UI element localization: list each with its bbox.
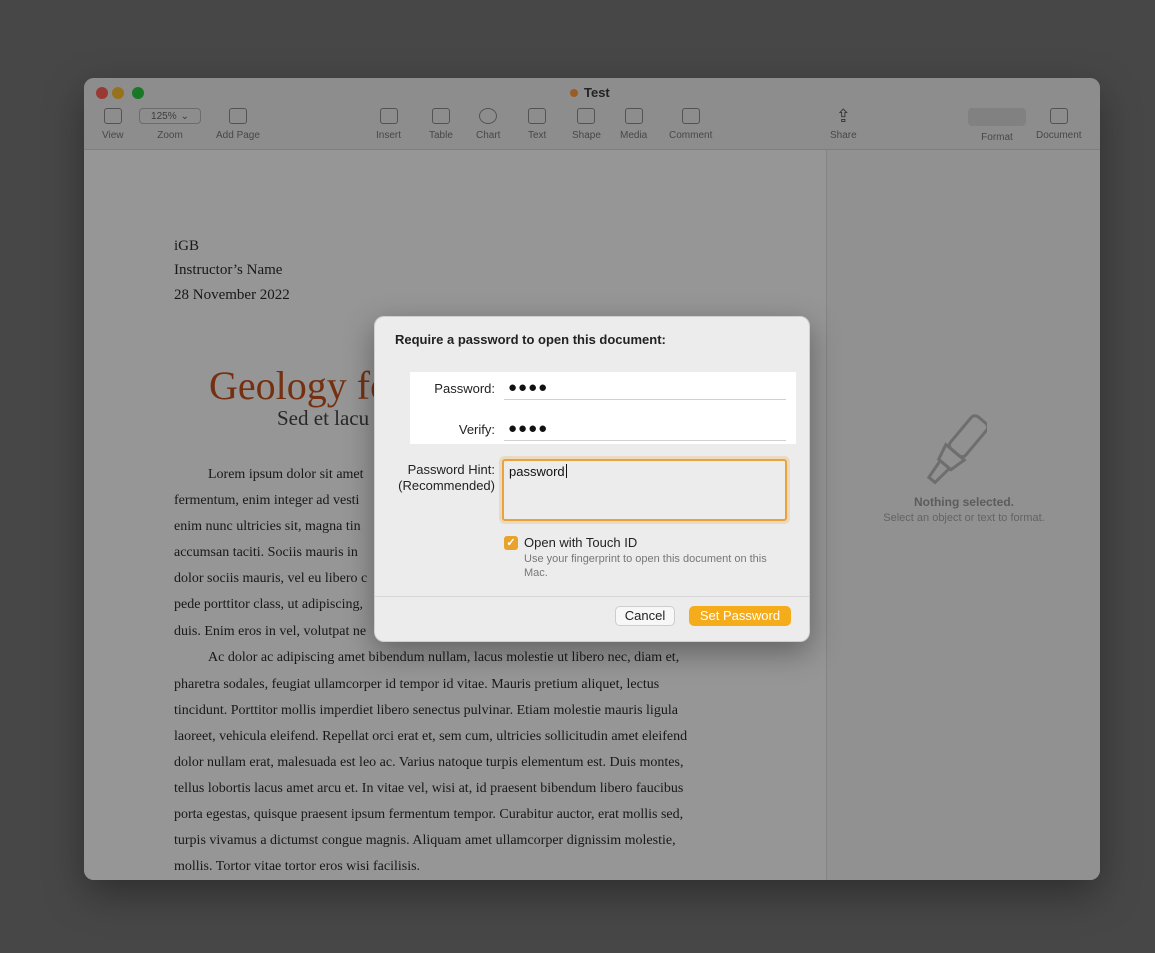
password-hint-field[interactable]: password [502, 459, 787, 521]
dialog-title: Require a password to open this document… [395, 332, 666, 347]
password-field[interactable]: ●●●● [504, 378, 786, 400]
touch-id-checkbox[interactable]: ✓ [504, 536, 518, 550]
password-label: Password: [434, 381, 495, 396]
cancel-button[interactable]: Cancel [615, 606, 675, 626]
verify-field[interactable]: ●●●● [504, 419, 786, 441]
touch-id-description: Use your fingerprint to open this docume… [524, 553, 767, 579]
checkmark-icon: ✓ [506, 537, 516, 549]
hint-label: Password Hint: (Recommended) [398, 462, 495, 493]
touch-id-label[interactable]: Open with Touch ID [524, 535, 637, 550]
verify-label: Verify: [458, 422, 495, 437]
password-dialog: Require a password to open this document… [374, 316, 810, 642]
dialog-divider [375, 596, 809, 597]
set-password-button[interactable]: Set Password [689, 606, 791, 626]
text-caret [565, 464, 567, 478]
